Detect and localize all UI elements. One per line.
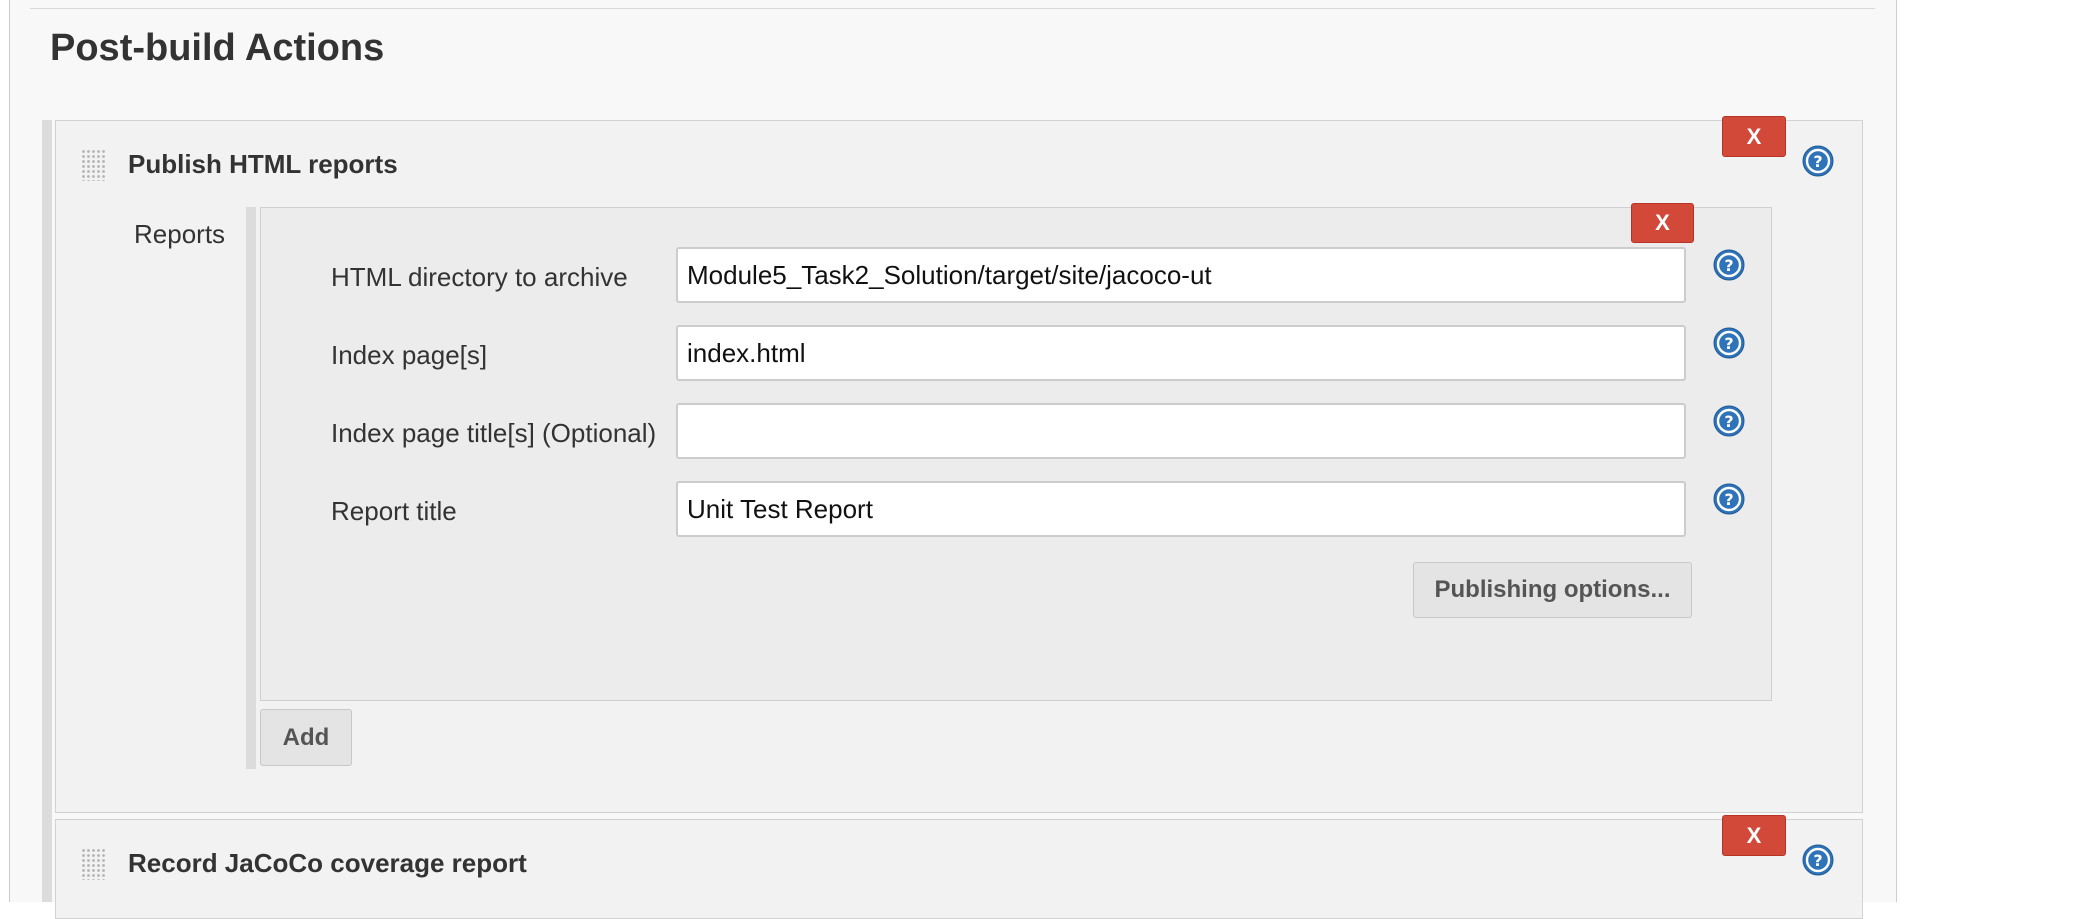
svg-text:?: ?	[1724, 256, 1733, 275]
publish-html-reports-step: Publish HTML reports X ? Reports X HTML …	[55, 116, 1863, 813]
index-page-titles-input[interactable]	[676, 403, 1686, 459]
step-title: Record JaCoCo coverage report	[128, 848, 527, 878]
report-entry: X HTML directory to archive ? Index page…	[260, 203, 1772, 701]
index-pages-label: Index page[s]	[331, 340, 488, 370]
section-title: Post-build Actions	[50, 27, 385, 69]
report-title-input[interactable]	[676, 481, 1686, 537]
step-title: Publish HTML reports	[128, 149, 398, 179]
post-build-actions-section: Post-build Actions Publish HTML reports …	[9, 0, 1897, 919]
section-divider	[30, 8, 1875, 9]
svg-text:?: ?	[1813, 851, 1822, 870]
delete-step-button[interactable]: X	[1722, 815, 1786, 856]
help-icon[interactable]: ?	[1802, 844, 1834, 876]
report-title-label: Report title	[331, 496, 457, 526]
reports-indent-bar	[246, 207, 256, 769]
section-indent-bar	[42, 120, 52, 902]
reports-label: Reports	[134, 219, 226, 249]
index-page-titles-label: Index page title[s] (Optional)	[331, 418, 657, 448]
add-report-button[interactable]: Add	[260, 709, 352, 766]
drag-handle-icon[interactable]	[81, 149, 105, 181]
index-pages-input[interactable]	[676, 325, 1686, 381]
html-directory-label: HTML directory to archive	[331, 262, 628, 292]
record-jacoco-coverage-step: Record JaCoCo coverage report X ?	[55, 815, 1863, 919]
svg-text:?: ?	[1724, 334, 1733, 353]
publishing-options-button[interactable]: Publishing options...	[1413, 562, 1692, 618]
svg-text:?: ?	[1724, 490, 1733, 509]
help-icon[interactable]: ?	[1713, 249, 1745, 281]
svg-text:?: ?	[1813, 152, 1822, 171]
drag-handle-icon[interactable]	[81, 848, 105, 880]
help-icon[interactable]: ?	[1713, 327, 1745, 359]
html-directory-input[interactable]	[676, 247, 1686, 303]
help-icon[interactable]: ?	[1802, 145, 1834, 177]
help-icon[interactable]: ?	[1713, 483, 1745, 515]
delete-step-button[interactable]: X	[1722, 116, 1786, 157]
delete-report-button[interactable]: X	[1631, 203, 1694, 243]
help-icon[interactable]: ?	[1713, 405, 1745, 437]
svg-text:?: ?	[1724, 412, 1733, 431]
